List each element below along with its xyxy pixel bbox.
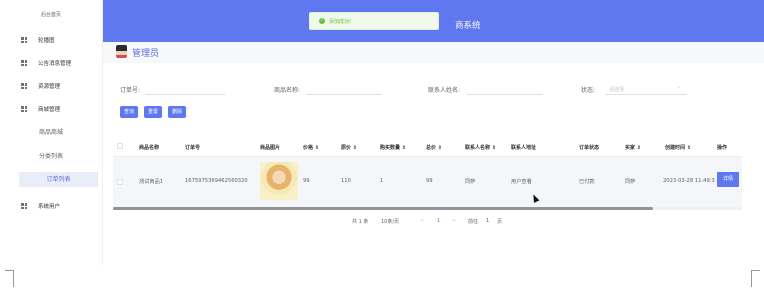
chevron-down-icon: ⌄ bbox=[676, 84, 681, 90]
col-quantity[interactable]: 购买数量 ⇕ bbox=[380, 144, 406, 151]
col-product-name: 商品名称 bbox=[139, 145, 160, 151]
cell-original-price: 110 bbox=[341, 178, 351, 184]
search-button[interactable]: 查询 bbox=[120, 106, 138, 118]
col-contact-address: 联系人地址 bbox=[511, 145, 537, 151]
grid-icon bbox=[21, 106, 27, 112]
product-name-input[interactable] bbox=[306, 84, 382, 95]
sidebar-item-system-users[interactable]: 系统用户 bbox=[0, 198, 102, 214]
cell-quantity: 1 bbox=[380, 178, 384, 184]
sidebar-item-mall[interactable]: 商城管理 bbox=[0, 101, 102, 117]
user-name: 管理员 bbox=[132, 49, 160, 59]
cell-created-time: 2023-03-28 11:49:3 bbox=[663, 178, 715, 184]
pagination-page-unit: 页 bbox=[497, 219, 503, 225]
contact-name-label: 联系人姓名: bbox=[428, 87, 461, 94]
col-order-status: 订单状态 bbox=[579, 145, 600, 151]
cell-total: 99 bbox=[426, 178, 433, 184]
contact-name-input[interactable] bbox=[467, 84, 543, 95]
grid-icon bbox=[21, 83, 27, 89]
detail-button[interactable]: 详情 bbox=[717, 172, 739, 187]
sidebar-item-label: 轮播图 bbox=[38, 38, 55, 44]
col-original-price[interactable]: 原价 ⇕ bbox=[341, 144, 357, 151]
col-contact-name[interactable]: 联系人名称 ⇕ bbox=[465, 144, 496, 151]
cell-product-name: 测试商品1 bbox=[139, 179, 164, 185]
pagination-page-size[interactable]: 10条/页 bbox=[381, 218, 399, 225]
col-buyer[interactable]: 买家 ⇕ bbox=[625, 144, 641, 151]
cell-order-status: 已付款 bbox=[579, 179, 595, 185]
pagination-goto-input[interactable]: 1 bbox=[486, 218, 489, 224]
sidebar-item-label: 商城管理 bbox=[38, 107, 61, 113]
cell-contact-name: 同萨 bbox=[465, 179, 476, 185]
user-bar: 管理员 bbox=[103, 42, 764, 63]
table-header: 商品名称 订单号 商品图片 价格 ⇕ 原价 ⇕ 购买数量 ⇕ 总价 ⇕ 联系人名… bbox=[113, 136, 742, 157]
grid-icon bbox=[21, 37, 27, 43]
sidebar-item-carousel[interactable]: 轮播图 bbox=[0, 32, 102, 48]
table-row: 测试商品1 1675975369462560320 99 110 1 99 同萨… bbox=[113, 157, 742, 207]
pagination-next[interactable]: > bbox=[452, 218, 456, 224]
success-toast: ✓ 添加成功! bbox=[309, 12, 439, 30]
pagination-page-1[interactable]: 1 bbox=[437, 218, 440, 224]
order-no-label: 订单号: bbox=[120, 87, 141, 94]
cell-contact-address: 用户查看 bbox=[511, 179, 532, 185]
cell-buyer: 同萨 bbox=[625, 179, 636, 185]
sidebar-item-label: 资源管理 bbox=[38, 84, 61, 90]
reset-button[interactable]: 重置 bbox=[144, 106, 162, 118]
toast-message: 添加成功! bbox=[329, 19, 352, 25]
sidebar-item-resources[interactable]: 资源管理 bbox=[0, 78, 102, 94]
col-created-time[interactable]: 创建时间 ⇕ bbox=[665, 144, 691, 151]
pagination-prev[interactable]: < bbox=[420, 218, 424, 224]
grid-icon bbox=[21, 203, 27, 209]
sidebar-item-announcements[interactable]: 公告消息管理 bbox=[0, 55, 102, 71]
select-all-checkbox[interactable] bbox=[117, 143, 123, 149]
sidebar-home[interactable]: 后台首页 bbox=[0, 11, 102, 18]
pagination-goto-label: 前往 bbox=[468, 219, 479, 225]
order-no-input[interactable] bbox=[145, 84, 225, 95]
system-title: 商系统 bbox=[455, 21, 481, 31]
delete-button[interactable]: 删除 bbox=[168, 106, 186, 118]
product-name-label: 商品名称: bbox=[274, 87, 301, 94]
row-checkbox[interactable] bbox=[117, 179, 123, 185]
sidebar-sub-categories[interactable]: 分类列表 bbox=[0, 149, 102, 164]
scrollbar-thumb[interactable] bbox=[113, 207, 653, 210]
status-label: 状态: bbox=[581, 87, 596, 94]
sidebar-sub-orders[interactable]: 订单列表 bbox=[19, 172, 98, 187]
sidebar: 后台首页 轮播图 公告消息管理 资源管理 商城管理 商品商城 分类列表 订单列表… bbox=[0, 0, 103, 265]
col-actions: 操作 bbox=[717, 145, 728, 151]
col-price[interactable]: 价格 ⇕ bbox=[303, 144, 319, 151]
col-product-image: 商品图片 bbox=[260, 145, 281, 151]
horizontal-scrollbar[interactable] bbox=[113, 207, 742, 210]
col-total[interactable]: 总价 ⇕ bbox=[426, 144, 442, 151]
cell-order-no: 1675975369462560320 bbox=[185, 178, 248, 184]
avatar[interactable] bbox=[116, 45, 127, 58]
product-image bbox=[260, 162, 298, 200]
status-placeholder: 请选择 bbox=[609, 87, 625, 93]
status-select[interactable]: 请选择 ⌄ bbox=[605, 84, 687, 95]
check-circle-icon: ✓ bbox=[319, 18, 325, 24]
corner-mark-left bbox=[5, 270, 14, 287]
sidebar-item-label: 系统用户 bbox=[38, 204, 61, 210]
cell-price: 99 bbox=[303, 178, 310, 184]
grid-icon bbox=[21, 60, 27, 66]
sidebar-item-label: 公告消息管理 bbox=[38, 61, 72, 67]
pagination-total: 共 1 条 bbox=[352, 219, 369, 225]
corner-mark-right bbox=[751, 270, 760, 287]
sidebar-sub-products[interactable]: 商品商城 bbox=[0, 125, 102, 140]
col-order-no: 订单号 bbox=[185, 145, 201, 151]
